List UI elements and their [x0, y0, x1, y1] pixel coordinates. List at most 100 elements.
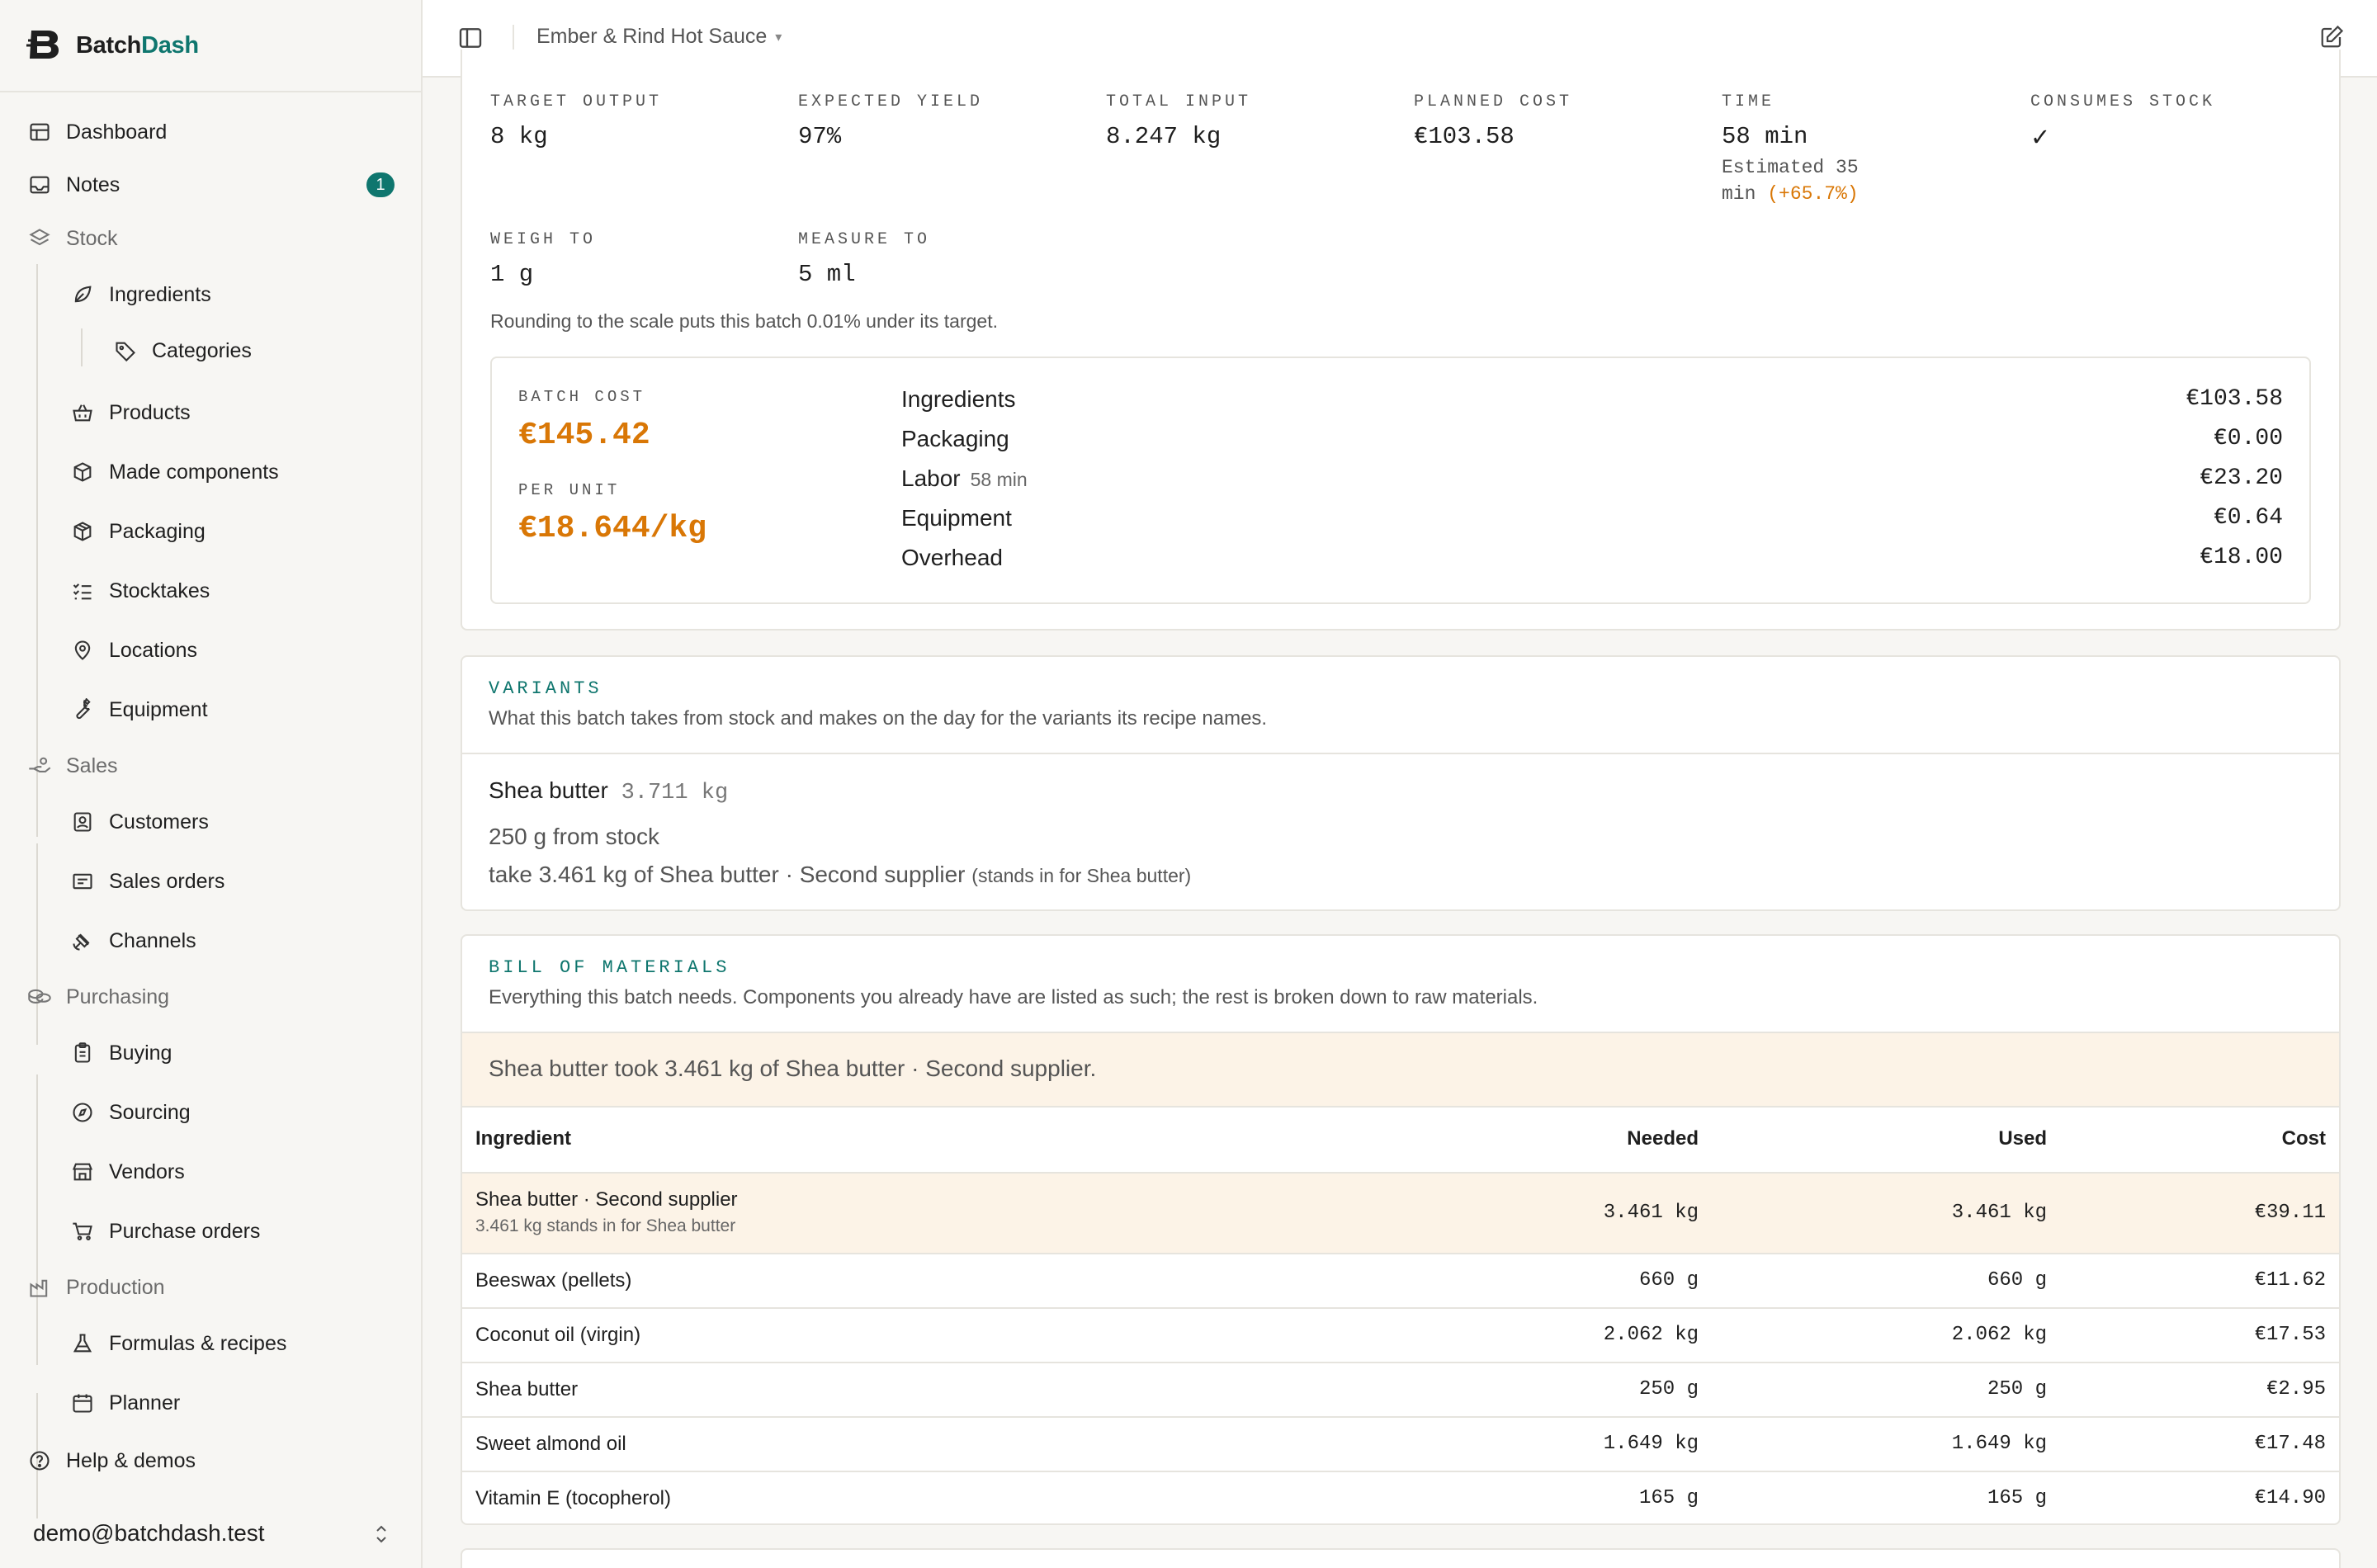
user-menu[interactable]: demo@batchdash.test [0, 1499, 421, 1568]
sidebar-item-packaging[interactable]: Packaging [0, 511, 421, 552]
sidebar-item-sourcing[interactable]: Sourcing [0, 1092, 421, 1133]
cart-icon [69, 1218, 96, 1244]
sidebar-item-label: Products [109, 400, 191, 424]
sidebar-item-label: Ingredients [109, 282, 211, 306]
row-needed: 660 g [1638, 1269, 1699, 1292]
row-cost: €14.90 [2254, 1487, 2326, 1509]
wrench-icon [69, 697, 96, 723]
sidebar-item-label: Buying [109, 1041, 172, 1065]
stat-planned-cost: PLANNED COST €103.58 [1414, 92, 1572, 150]
sidebar-item-label: Planner [109, 1391, 181, 1415]
batch-selector[interactable]: Ember & Rind Hot Sauce ▾ [536, 25, 782, 49]
sidebar-item-label: Formulas & recipes [109, 1331, 287, 1355]
sidebar-item-notes[interactable]: Notes 1 [0, 164, 421, 205]
row-ingredient: Coconut oil (virgin) [475, 1324, 641, 1346]
sidebar-group-production[interactable]: Production [0, 1267, 421, 1308]
table-row[interactable]: Coconut oil (virgin) 2.062 kg 2.062 kg €… [462, 1307, 2339, 1362]
sidebar-item-label: Stock [66, 226, 118, 250]
sidebar-group-purchasing[interactable]: Purchasing [0, 976, 421, 1018]
sidebar-item-sales-orders[interactable]: Sales orders [0, 861, 421, 902]
variant-item: Shea butter 3.711 kg 250 g from stock ta… [489, 777, 1191, 888]
cost-value: €23.20 [2200, 465, 2283, 491]
sidebar-item-planner[interactable]: Planner [0, 1382, 421, 1424]
sidebar-group-stock[interactable]: Stock [0, 218, 421, 259]
stat-label: TARGET OUTPUT [490, 92, 663, 111]
stat-value: 58 min [1722, 123, 1808, 150]
variants-divider [462, 753, 2339, 754]
cost-row-packaging: Packaging €0.00 [901, 426, 2283, 465]
sidebar: BatchDash Dashboard Notes 1 Stock Ingred… [0, 0, 423, 1568]
stat-value: 8.247 kg [1106, 123, 1222, 150]
sidebar-item-formulas[interactable]: Formulas & recipes [0, 1323, 421, 1364]
sidebar-item-equipment[interactable]: Equipment [0, 689, 421, 730]
table-row[interactable]: Beeswax (pellets) 660 g 660 g €11.62 [462, 1253, 2339, 1307]
row-substitution-note: 3.461 kg stands in for Shea butter [475, 1216, 736, 1235]
brand[interactable]: BatchDash [0, 0, 421, 92]
brand-name: BatchDash [76, 32, 199, 59]
sidebar-item-label: Locations [109, 638, 198, 662]
sidebar-item-label: Vendors [109, 1159, 185, 1183]
sidebar-item-help[interactable]: Help & demos [0, 1440, 421, 1481]
help-icon [26, 1448, 53, 1474]
row-needed: 165 g [1638, 1487, 1699, 1509]
batch-summary-card: TARGET OUTPUT 8 kg EXPECTED YIELD 97% TO… [461, 50, 2341, 631]
coins-icon [26, 984, 53, 1010]
cost-row-labor: Labor 58 min €23.20 [901, 465, 2283, 505]
row-needed: 250 g [1638, 1378, 1699, 1400]
cost-row-equipment: Equipment €0.64 [901, 505, 2283, 545]
sidebar-item-customers[interactable]: Customers [0, 801, 421, 843]
stat-label: EXPECTED YIELD [798, 92, 984, 111]
batch-title: Ember & Rind Hot Sauce [536, 25, 768, 48]
cost-value: €0.64 [2213, 505, 2283, 531]
sidebar-item-label: Channels [109, 928, 196, 952]
sidebar-item-label: Customers [109, 810, 209, 834]
variant-name: Shea butter [489, 777, 608, 803]
sidebar-group-sales[interactable]: Sales [0, 745, 421, 786]
row-ingredient: Shea butter · Second supplier [475, 1188, 738, 1211]
stat-value: €103.58 [1414, 123, 1515, 150]
sidebar-item-products[interactable]: Products [0, 392, 421, 433]
inbox-icon [26, 172, 53, 198]
user-email: demo@batchdash.test [33, 1520, 265, 1546]
sidebar-item-ingredients[interactable]: Ingredients [0, 274, 421, 315]
calendar-icon [69, 1390, 96, 1416]
cost-breakdown: Ingredients €103.58 Packaging €0.00 Labor 5… [901, 386, 2283, 584]
variant-take: take 3.461 kg of Shea butter · Second su… [489, 862, 966, 887]
sidebar-item-label: Production [66, 1275, 165, 1299]
sidebar-item-channels[interactable]: Channels [0, 920, 421, 961]
variants-title: VARIANTS [489, 678, 603, 699]
stat-label: TOTAL INPUT [1106, 92, 1252, 111]
table-row[interactable]: Vitamin E (tocopherol) 165 g 165 g €14.9… [462, 1471, 2339, 1523]
stat-consumes-stock: CONSUMES STOCK ✓ [2030, 92, 2215, 153]
stat-label: MEASURE TO [798, 230, 931, 249]
col-cost: Cost [2281, 1127, 2326, 1150]
table-row[interactable]: Sweet almond oil 1.649 kg 1.649 kg €17.4… [462, 1416, 2339, 1471]
stat-weigh-to: WEIGH TO 1 g [490, 230, 596, 288]
bom-table-header: Ingredient Needed Used Cost [462, 1106, 2339, 1172]
row-used: 660 g [1987, 1269, 2047, 1292]
stat-target-output: TARGET OUTPUT 8 kg [490, 92, 662, 150]
sidebar-item-buying[interactable]: Buying [0, 1032, 421, 1074]
sidebar-item-vendors[interactable]: Vendors [0, 1151, 421, 1193]
time-estimate-unit: min [1722, 183, 1756, 205]
store-icon [69, 1159, 96, 1185]
table-row[interactable]: Shea butter · Second supplier 3.461 kg s… [462, 1172, 2339, 1253]
row-used: 1.649 kg [1951, 1433, 2047, 1455]
sidebar-item-label: Stocktakes [109, 579, 210, 602]
sidebar-item-locations[interactable]: Locations [0, 630, 421, 671]
cost-value: €18.00 [2200, 545, 2283, 570]
cost-label: Labor [901, 465, 961, 491]
row-cost: €2.95 [2266, 1378, 2326, 1400]
substitution-banner: Shea butter took 3.461 kg of Shea butter… [462, 1032, 2339, 1106]
sidebar-item-stocktakes[interactable]: Stocktakes [0, 570, 421, 612]
col-ingredient: Ingredient [475, 1127, 572, 1150]
sidebar-item-categories[interactable]: Categories [0, 330, 421, 371]
sidebar-item-purchase-orders[interactable]: Purchase orders [0, 1211, 421, 1252]
labor-duration: 58 min [970, 469, 1028, 490]
variants-description: What this batch takes from stock and mak… [489, 707, 1268, 730]
table-row[interactable]: Shea butter 250 g 250 g €2.95 [462, 1362, 2339, 1416]
row-cost: €17.53 [2254, 1324, 2326, 1346]
sidebar-item-dashboard[interactable]: Dashboard [0, 111, 421, 153]
sidebar-item-made-components[interactable]: Made components [0, 451, 421, 493]
flask-icon [69, 1330, 96, 1357]
